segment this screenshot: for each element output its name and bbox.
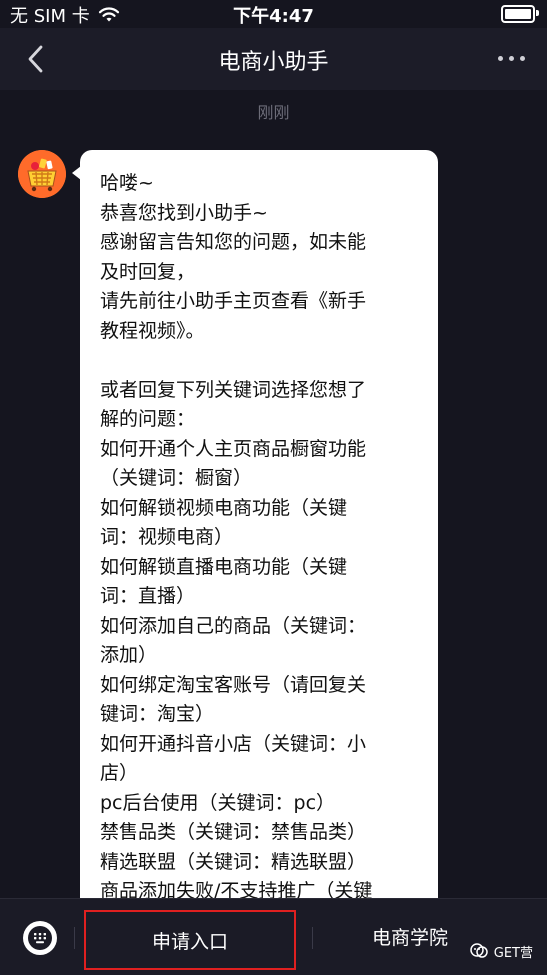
apply-entry-button[interactable]: 申请入口	[84, 910, 296, 970]
message-text: 哈喽~ 恭喜您找到小助手~ 感谢留言告知您的问题，如未能 及时回复， 请先前往小助手主页…	[100, 169, 430, 907]
keyboard-button[interactable]	[23, 921, 57, 955]
watermark: GET营	[469, 941, 533, 961]
menu-divider	[312, 927, 313, 949]
menu-divider	[74, 927, 75, 949]
message-line: 哈喽~	[100, 172, 154, 194]
message-line: 如何开通抖音小店（关键词：小	[100, 732, 367, 755]
message-line: 恭喜您找到小助手~	[100, 201, 268, 224]
message-line: 添加）	[100, 644, 158, 666]
avatar[interactable]	[18, 150, 66, 198]
watermark-logo-icon	[470, 943, 488, 958]
message-line: 教程视频》。	[100, 319, 205, 342]
ecommerce-academy-button[interactable]: 电商学院	[372, 923, 448, 950]
status-bar: 无 SIM 卡 下午4:47	[0, 0, 547, 28]
more-icon[interactable]	[498, 56, 525, 61]
message-line: 如何添加自己的商品（关键词：	[100, 614, 367, 637]
message-line: 词：直播）	[100, 585, 196, 607]
message-line: 键词：淘宝）	[100, 703, 215, 725]
message-line: 禁售品类（关键词：禁售品类）	[100, 821, 367, 843]
message-line: （关键词：橱窗）	[100, 467, 253, 489]
message-line: 如何绑定淘宝客账号（请回复关	[100, 673, 367, 696]
message-timestamp: 刚刚	[257, 103, 290, 122]
message-line: 及时回复，	[100, 260, 196, 283]
apply-entry-label: 申请入口	[151, 930, 228, 953]
message-line: 如何解锁直播电商功能（关键	[100, 555, 348, 578]
battery-icon	[501, 5, 539, 23]
nav-bar: 电商小助手	[0, 28, 547, 90]
message-line: pc后台使用（关键词：pc）	[100, 791, 336, 814]
message-line: 感谢留言告知您的问题，如未能	[100, 231, 367, 253]
page-title: 电商小助手	[218, 50, 329, 75]
message-line: 店）	[100, 762, 139, 784]
status-time: 下午4:47	[233, 6, 314, 27]
message-line: 词：视频电商）	[100, 526, 234, 548]
bottom-menu-bar: 申请入口 电商学院 GET营	[0, 898, 547, 975]
message-line: 如何解锁视频电商功能（关键	[100, 496, 348, 519]
watermark-text: GET营	[493, 945, 533, 961]
message-line: 精选联盟（关键词：精选联盟）	[100, 850, 367, 873]
message-line: 解的问题：	[100, 408, 196, 430]
message-bubble: 哈喽~ 恭喜您找到小助手~ 感谢留言告知您的问题，如未能 及时回复， 请先前往小助手主页…	[72, 150, 438, 910]
message-line: 请先前往小助手主页查看《新手	[100, 290, 367, 312]
message-line: 如何开通个人主页商品橱窗功能	[100, 437, 367, 460]
shopping-basket-avatar-icon	[18, 150, 66, 198]
message-line: 或者回复下列关键词选择您想了	[100, 378, 367, 401]
keyboard-icon	[28, 926, 52, 950]
